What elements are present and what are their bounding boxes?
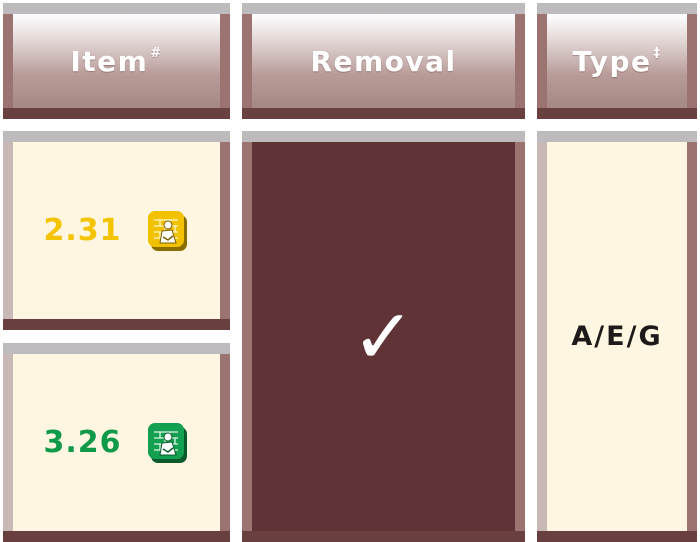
type-cell: A/E/G [537, 131, 697, 542]
type-footnote-mark: ‡ [653, 45, 662, 61]
header-type-cell: Type ‡ [537, 3, 697, 119]
type-value: A/E/G [571, 321, 663, 352]
item-cell-2: 3.26 [3, 343, 230, 542]
item-footnote-mark: # [150, 45, 163, 61]
brick-wall-worker-icon [147, 422, 187, 463]
column-header-item: Item # [70, 44, 163, 78]
header-item-cell: Item # [3, 3, 230, 119]
header-removal-cell: Removal [242, 3, 525, 119]
removal-cell: ✓ [242, 131, 525, 542]
item-value-2: 3.26 [43, 425, 122, 460]
item-value-1: 2.31 [43, 213, 122, 248]
brick-wall-worker-icon [147, 210, 187, 251]
item-cell-1: 2.31 [3, 131, 230, 330]
check-mark-icon: ✓ [351, 291, 416, 381]
column-header-type: Type ‡ [572, 44, 662, 78]
column-header-removal: Removal [310, 44, 457, 78]
